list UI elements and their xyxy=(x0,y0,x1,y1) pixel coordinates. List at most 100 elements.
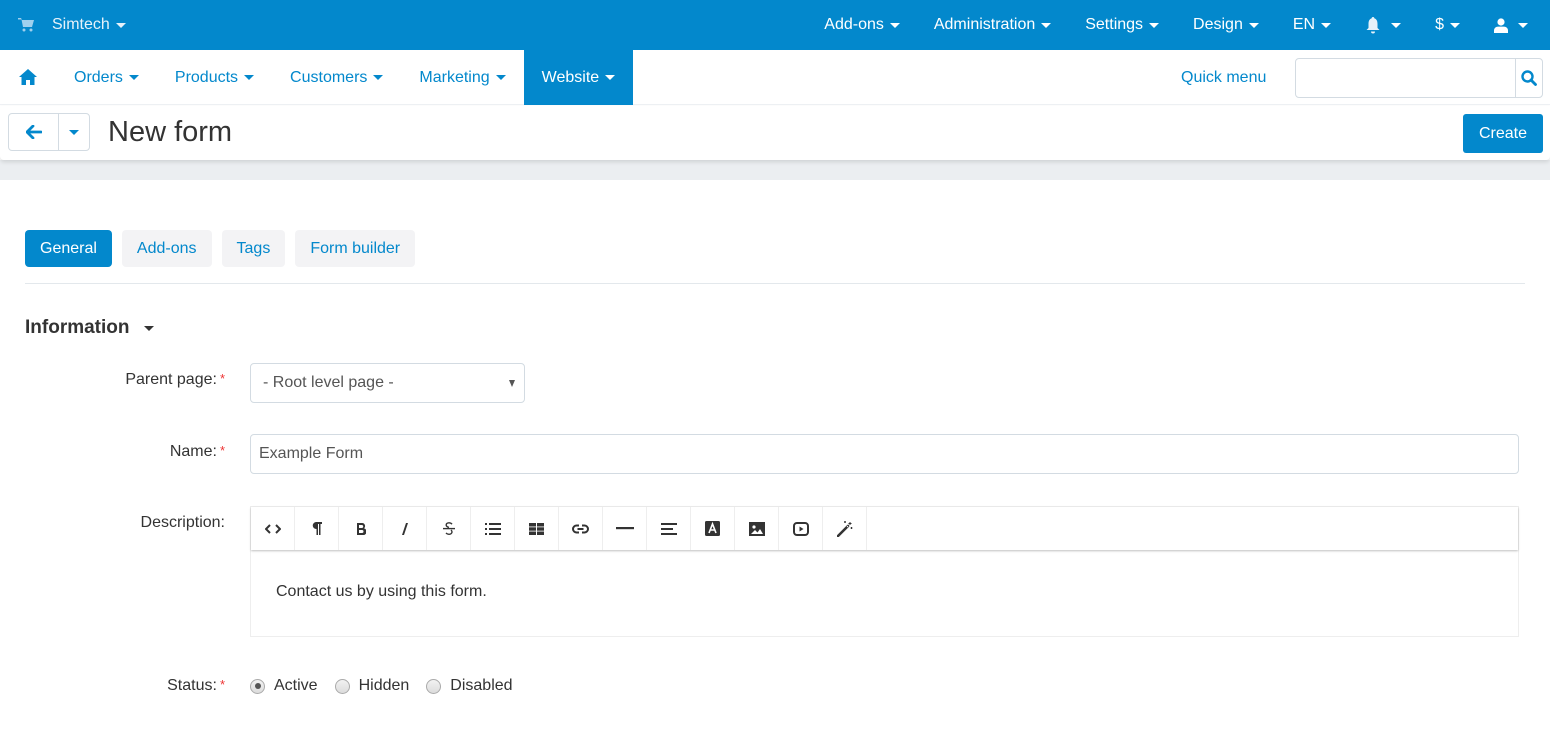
font-color-button[interactable] xyxy=(691,507,735,550)
page-title: New form xyxy=(108,116,233,148)
unordered-list-button[interactable] xyxy=(471,507,515,550)
horizontal-rule-button[interactable] xyxy=(603,507,647,550)
radio-unchecked-icon[interactable] xyxy=(334,678,350,694)
parent-page-select[interactable]: - Root level page - xyxy=(250,363,525,403)
bell-icon xyxy=(1366,16,1380,33)
section-information-toggle[interactable]: Information xyxy=(25,317,154,339)
chevron-down-icon xyxy=(244,75,255,80)
user-icon xyxy=(1494,17,1508,33)
align-button[interactable] xyxy=(647,507,691,550)
language-selector[interactable]: EN xyxy=(1292,16,1332,34)
topmenu-settings[interactable]: Settings xyxy=(1085,16,1160,34)
top-bar: Simtech Add-ons Administration Settings … xyxy=(0,0,1550,50)
table-icon xyxy=(529,522,544,535)
chevron-down-icon xyxy=(1149,22,1160,28)
radio-label: Active xyxy=(274,677,318,694)
horizontal-rule-icon xyxy=(615,527,634,530)
status-active-radio[interactable]: Active xyxy=(250,677,318,695)
chevron-down-icon xyxy=(143,325,154,331)
topmenu-addons[interactable]: Add-ons xyxy=(824,16,900,34)
content-separator xyxy=(0,160,1550,180)
chevron-down-icon xyxy=(1518,22,1528,28)
required-marker: * xyxy=(219,371,225,386)
chevron-down-icon xyxy=(889,22,900,28)
title-bar: New form Create xyxy=(0,106,1550,160)
topmenu-label: Add-ons xyxy=(824,16,884,33)
nav-marketing[interactable]: Marketing xyxy=(401,50,523,105)
name-label: Name: * xyxy=(170,443,225,461)
description-textarea[interactable]: Contact us by using this form. xyxy=(251,550,1518,634)
font-color-icon xyxy=(705,521,720,536)
notifications-menu[interactable] xyxy=(1365,16,1402,34)
radio-unchecked-icon[interactable] xyxy=(426,678,442,694)
description-editor: Contact us by using this form. xyxy=(250,506,1519,637)
quick-menu-link[interactable]: Quick menu xyxy=(1181,50,1266,105)
chevron-down-icon xyxy=(1321,22,1332,28)
nav-products[interactable]: Products xyxy=(157,50,272,105)
magic-wand-icon xyxy=(836,520,852,537)
topmenu-administration[interactable]: Administration xyxy=(933,16,1052,34)
image-button[interactable] xyxy=(735,507,779,550)
label-text: Name: xyxy=(169,443,217,460)
chevron-down-icon xyxy=(1041,22,1052,28)
chevron-down-icon xyxy=(1248,22,1259,28)
back-button-group xyxy=(8,113,90,151)
radio-checked-icon[interactable] xyxy=(250,678,265,694)
dropdown-arrow-icon xyxy=(509,380,515,387)
italic-button[interactable] xyxy=(383,507,427,550)
label-text: Status: xyxy=(167,677,217,694)
search-button[interactable] xyxy=(1515,59,1542,97)
currency-label: $ xyxy=(1435,16,1444,33)
history-dropdown[interactable] xyxy=(59,114,89,150)
link-button[interactable] xyxy=(559,507,603,550)
chevron-down-icon xyxy=(1391,22,1402,28)
paragraph-icon xyxy=(312,522,322,535)
required-marker: * xyxy=(219,677,225,692)
paragraph-button[interactable] xyxy=(295,507,339,550)
home-icon[interactable] xyxy=(19,69,37,85)
tab-addons[interactable]: Add-ons xyxy=(121,230,212,267)
status-hidden-radio[interactable]: Hidden xyxy=(334,677,409,695)
tab-general[interactable]: General xyxy=(25,230,112,267)
search-input[interactable] xyxy=(1296,59,1515,97)
topmenu-design[interactable]: Design xyxy=(1193,16,1259,34)
radio-label: Disabled xyxy=(450,677,513,694)
nav-label: Customers xyxy=(290,68,368,86)
create-button[interactable]: Create xyxy=(1463,114,1543,153)
store-selector[interactable]: Simtech xyxy=(18,0,126,50)
language-label: EN xyxy=(1292,16,1316,33)
search-icon xyxy=(1521,70,1537,86)
chevron-down-icon xyxy=(69,129,79,135)
label-text: Parent page: xyxy=(125,371,217,388)
nav-label: Marketing xyxy=(419,68,490,86)
bold-button[interactable] xyxy=(339,507,383,550)
nav-customers[interactable]: Customers xyxy=(272,50,401,105)
tab-tags[interactable]: Tags xyxy=(221,230,286,267)
store-name: Simtech xyxy=(52,16,110,33)
video-button[interactable] xyxy=(779,507,823,550)
status-disabled-radio[interactable]: Disabled xyxy=(426,677,513,695)
parent-page-label: Parent page: * xyxy=(125,371,225,389)
table-button[interactable] xyxy=(515,507,559,550)
name-input[interactable] xyxy=(250,434,1519,474)
editor-toolbar xyxy=(251,507,1518,550)
video-icon xyxy=(792,521,809,536)
nav-label: Website xyxy=(541,68,600,86)
user-menu[interactable] xyxy=(1494,17,1528,33)
section-title: Information xyxy=(25,317,130,338)
chevron-down-icon xyxy=(115,22,126,28)
code-icon xyxy=(264,523,281,534)
currency-selector[interactable]: $ xyxy=(1435,16,1460,34)
strikethrough-button[interactable] xyxy=(427,507,471,550)
content-panel: General Add-ons Tags Form builder Inform… xyxy=(0,180,1550,740)
description-label: Description: xyxy=(141,514,225,532)
image-icon xyxy=(748,521,765,536)
magic-wand-button[interactable] xyxy=(823,507,867,550)
nav-orders[interactable]: Orders xyxy=(56,50,157,105)
back-button[interactable] xyxy=(9,114,59,150)
chevron-down-icon xyxy=(1450,22,1460,28)
topmenu-label: Administration xyxy=(933,16,1036,33)
html-code-button[interactable] xyxy=(251,507,295,550)
tab-form-builder[interactable]: Form builder xyxy=(295,230,416,267)
nav-website[interactable]: Website xyxy=(523,50,634,105)
